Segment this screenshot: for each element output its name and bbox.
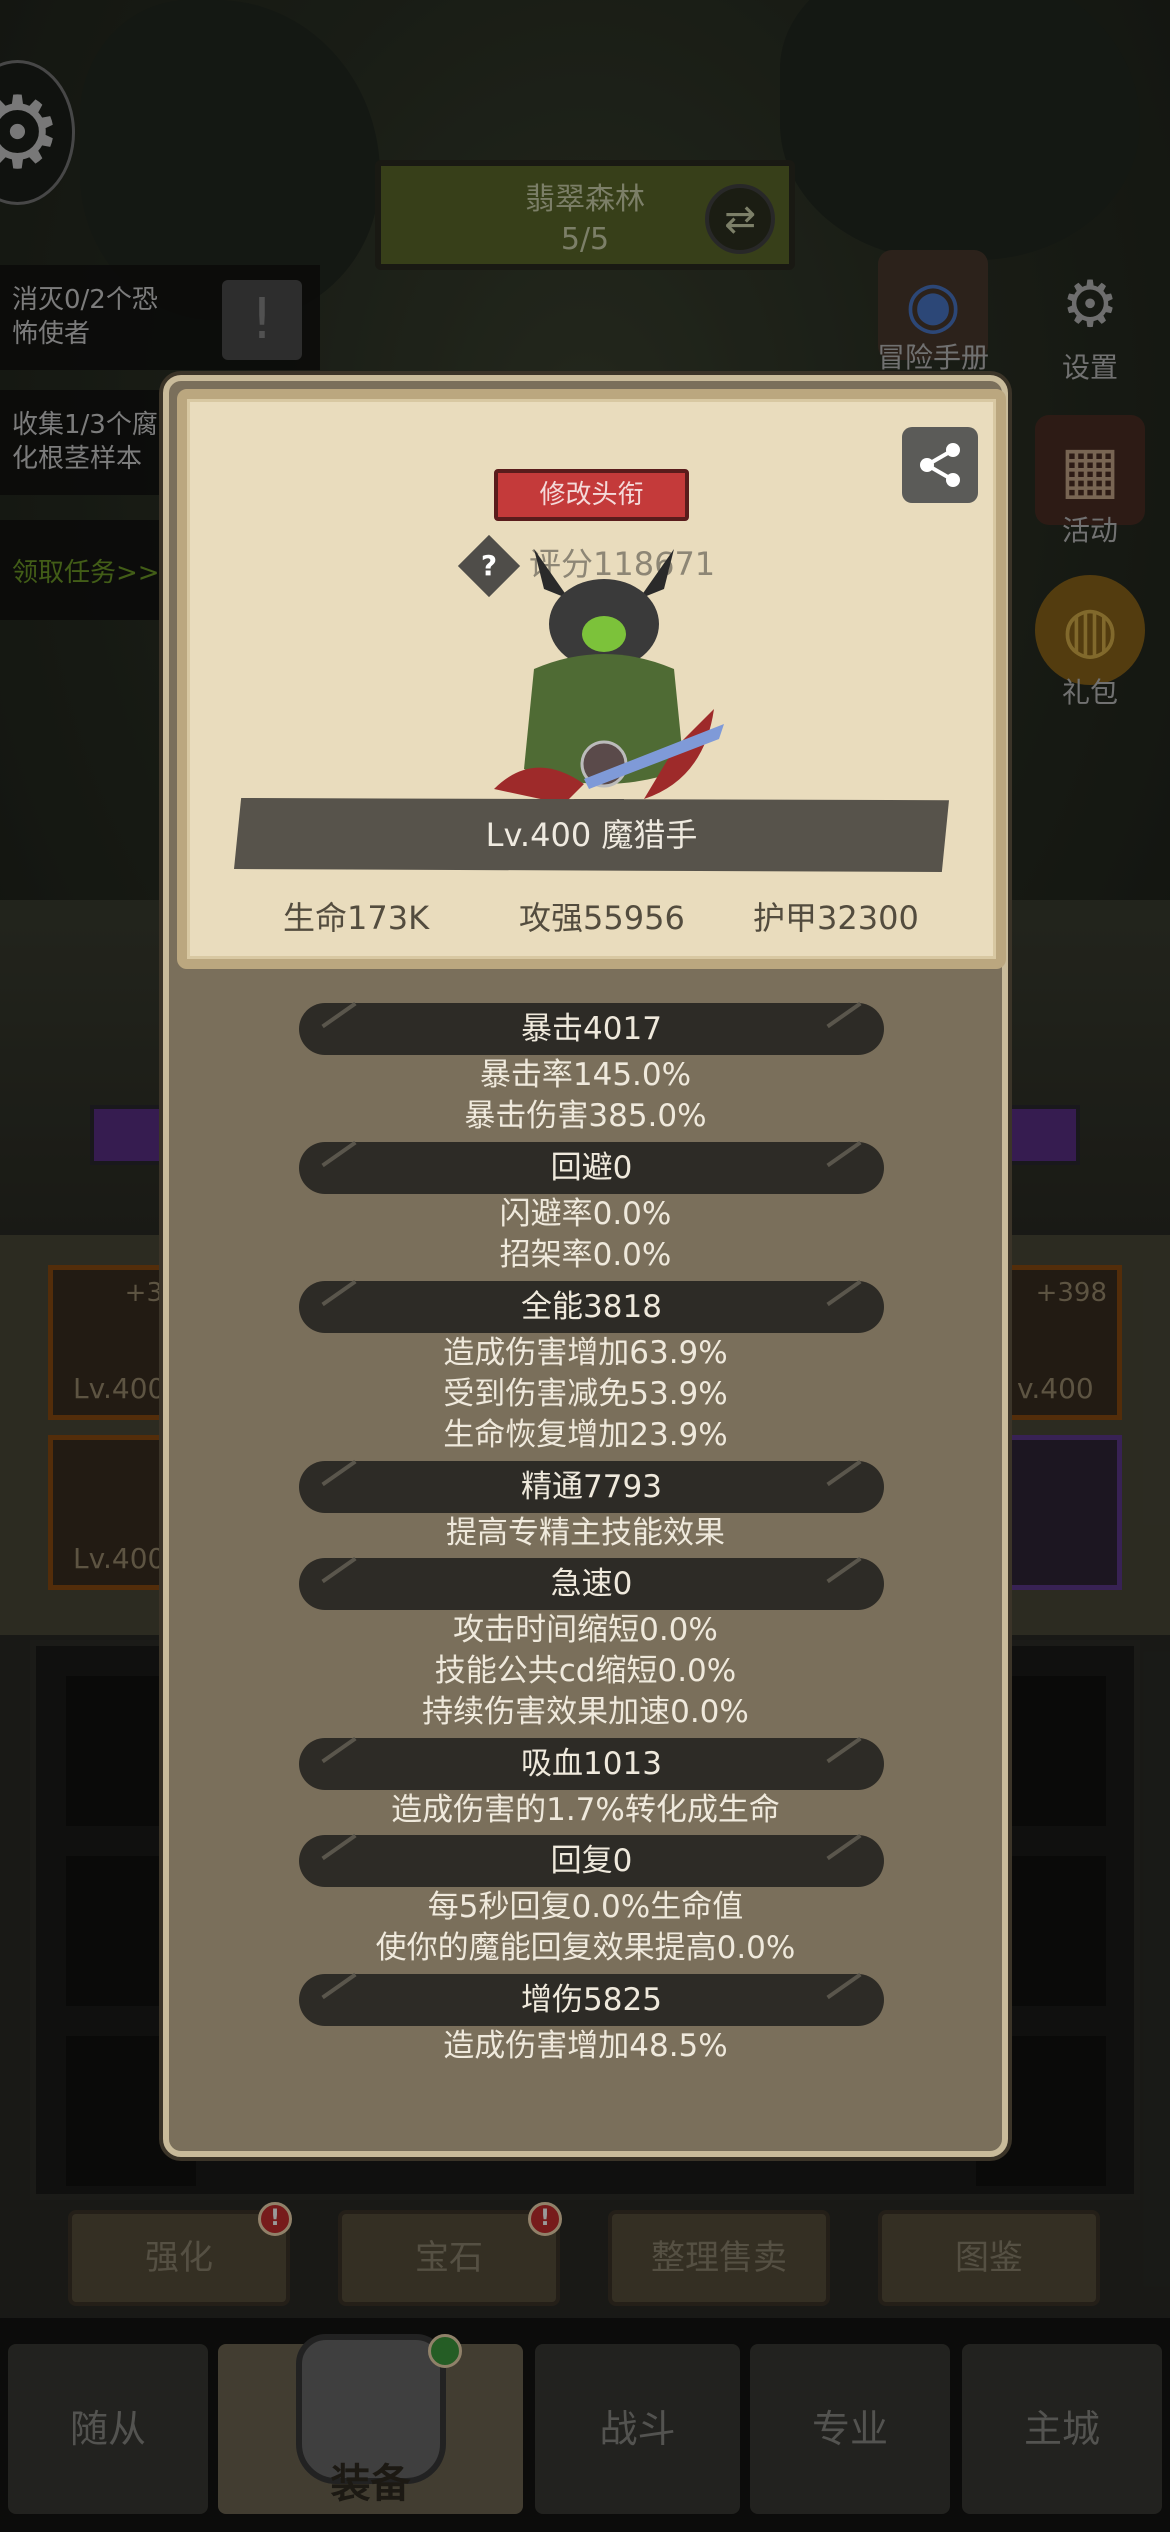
section-line: 使你的魔能回复效果提高0.0% [375,1930,796,1966]
section-line: 招架率0.0% [499,1237,672,1273]
section-line: 造成伤害增加63.9% [443,1335,728,1371]
section-header-crit: 暴击4017 [299,1003,884,1055]
section-line: 造成伤害的1.7%转化成生命 [391,1792,780,1828]
attack-stat: 攻强55956 [519,899,685,937]
section-header-versatility: 全能3818 [299,1281,884,1333]
edit-title-button[interactable]: 修改头衔 [494,469,689,521]
character-stats-modal: 修改头衔 ? 评分118671 Lv.400 魔猎手 生命173K 攻强5595… [163,375,1008,2157]
section-header-leech: 吸血1013 [299,1738,884,1790]
section-line: 每5秒回复0.0%生命值 [427,1889,744,1925]
section-header-mastery: 精通7793 [299,1461,884,1513]
section-line: 造成伤害增加48.5% [443,2028,728,2064]
section-header-avoidance: 回避0 [299,1142,884,1194]
section-header-damage-bonus: 增伤5825 [299,1974,884,2026]
section-line: 暴击率145.0% [479,1057,692,1093]
section-line: 提高专精主技能效果 [446,1515,725,1551]
share-icon[interactable] [902,427,978,503]
section-line: 暴击伤害385.0% [464,1098,707,1134]
core-stats-row: 生命173K 攻强55956 护甲32300 [187,893,996,943]
section-line: 技能公共cd缩短0.0% [434,1653,737,1689]
section-line: 攻击时间缩短0.0% [453,1612,718,1648]
character-card: 修改头衔 ? 评分118671 Lv.400 魔猎手 生命173K 攻强5595… [177,389,1006,969]
section-line: 受到伤害减免53.9% [443,1376,728,1412]
section-line: 持续伤害效果加速0.0% [422,1694,749,1730]
section-line: 生命恢复增加23.9% [443,1417,728,1453]
character-avatar [494,549,724,839]
hp-stat: 生命173K [283,899,430,937]
section-header-regen: 回复0 [299,1835,884,1887]
section-header-haste: 急速0 [299,1558,884,1610]
section-line: 闪避率0.0% [499,1196,672,1232]
armor-stat: 护甲32300 [753,899,919,937]
character-name-bar: Lv.400 魔猎手 [234,798,949,872]
